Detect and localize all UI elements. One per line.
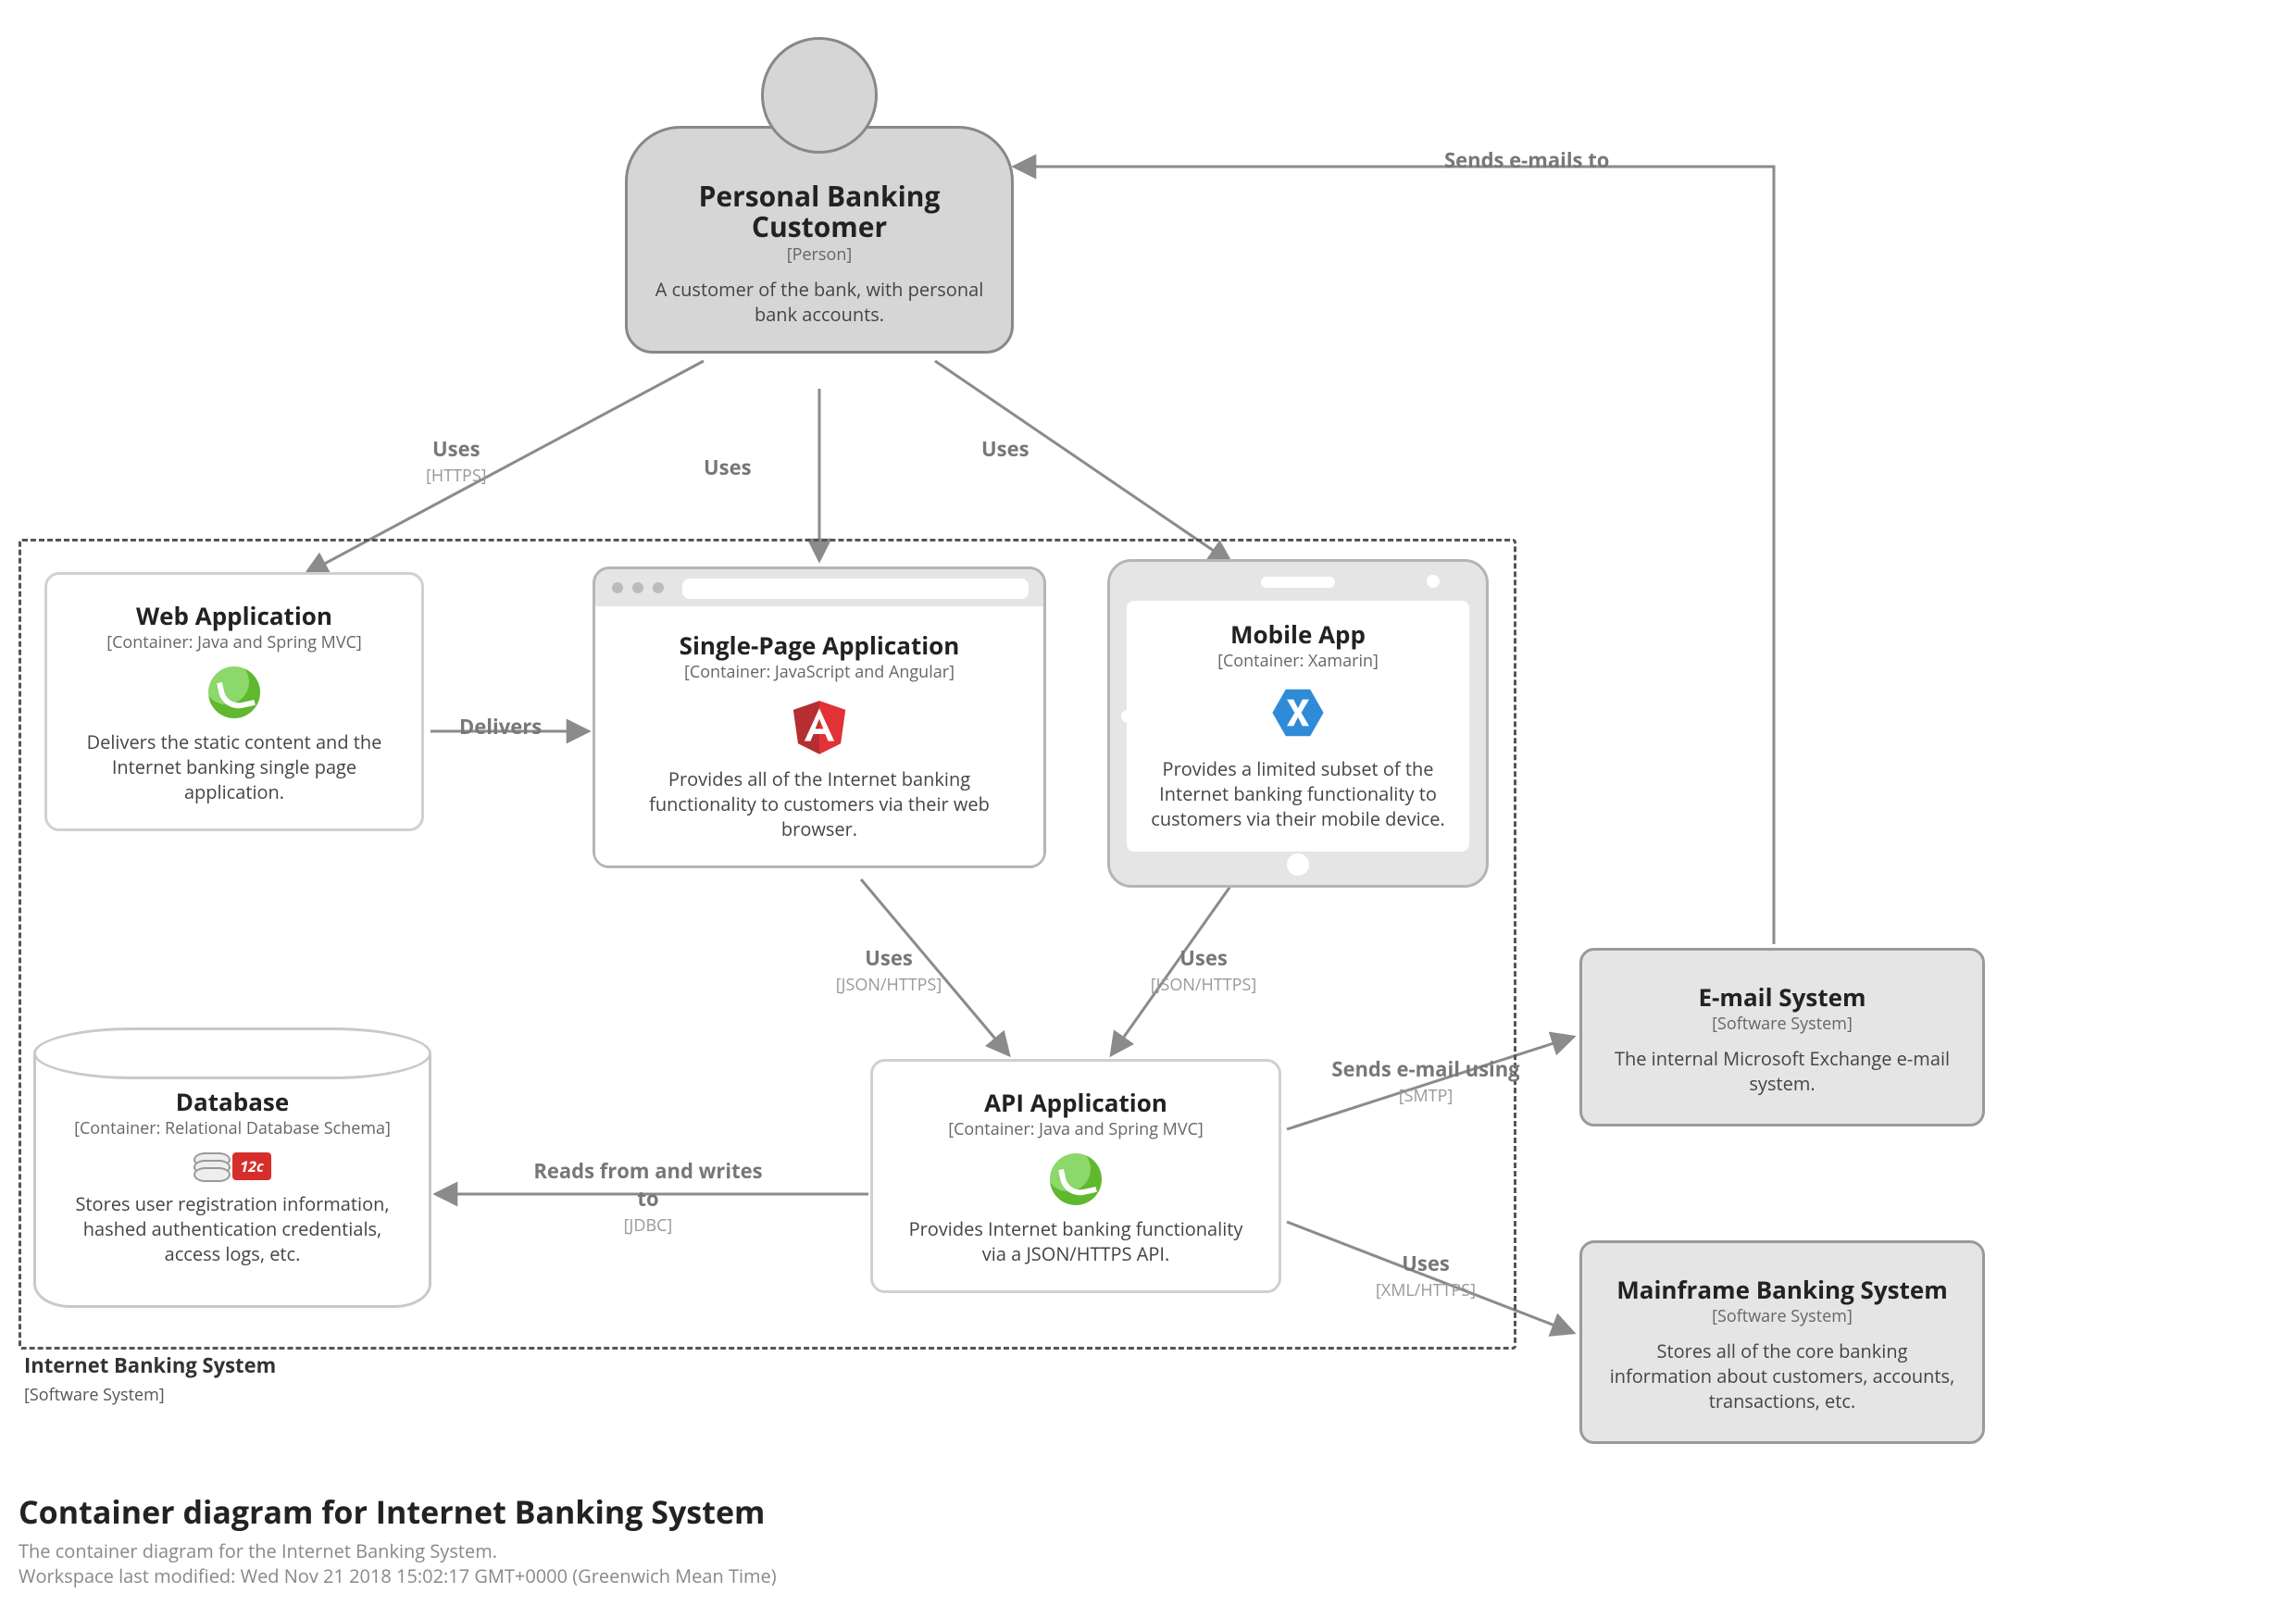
spa-stereotype: [Container: JavaScript and Angular] [618,661,1021,683]
container-db: Database [Container: Relational Database… [33,1027,431,1308]
spa-title: Single-Page Application [618,632,1021,659]
db-stereotype: [Container: Relational Database Schema] [60,1117,405,1139]
mainframe-title: Mainframe Banking System [1606,1276,1958,1303]
rel-person-mobile: Uses [981,435,1029,465]
person-stereotype: [Person] [654,243,985,266]
email-description: The internal Microsoft Exchange e-mail s… [1606,1046,1958,1096]
mobile-stereotype: [Container: Xamarin] [1143,650,1453,672]
spring-icon [1050,1153,1102,1205]
boundary-name: Internet Banking System [24,1351,276,1379]
person-name: Personal Banking Customer [654,180,985,242]
api-stereotype: [Container: Java and Spring MVC] [895,1118,1256,1140]
db-description: Stores user registration information, ha… [60,1191,405,1266]
diagram-canvas: { "title": "Container diagram for Intern… [0,0,2296,1618]
diagram-title: Container diagram for Internet Banking S… [19,1490,777,1533]
container-spa: Single-Page Application [Container: Java… [593,566,1046,868]
web-description: Delivers the static content and the Inte… [69,729,399,804]
api-description: Provides Internet banking functionality … [895,1216,1256,1266]
rel-person-web: Uses [HTTPS] [426,435,487,487]
email-title: E-mail System [1606,984,1958,1011]
mobile-title: Mobile App [1143,621,1453,648]
db-title: Database [60,1089,405,1115]
external-email: E-mail System [Software System] The inte… [1579,948,1985,1126]
system-boundary-label: Internet Banking System [Software System… [24,1351,276,1407]
email-stereotype: [Software System] [1606,1013,1958,1035]
rel-person-spa: Uses [704,454,752,483]
container-api: API Application [Container: Java and Spr… [870,1059,1281,1293]
oracle-icon: 12c [193,1152,270,1180]
mainframe-description: Stores all of the core banking informati… [1606,1338,1958,1413]
web-title: Web Application [69,603,399,629]
person-node: Personal Banking Customer [Person] A cus… [625,37,1014,354]
angular-icon [790,696,849,755]
spring-icon [208,666,260,718]
container-web: Web Application [Container: Java and Spr… [44,572,424,831]
person-description: A customer of the bank, with personal ba… [654,277,985,327]
xamarin-icon [1270,685,1326,745]
diagram-last-modified: Workspace last modified: Wed Nov 21 2018… [19,1563,777,1588]
oracle-badge: 12c [232,1152,270,1180]
person-head-icon [761,37,878,154]
web-stereotype: [Container: Java and Spring MVC] [69,631,399,653]
rel-email-person: Sends e-mails to [1444,146,1609,176]
diagram-title-block: Container diagram for Internet Banking S… [19,1490,777,1588]
api-title: API Application [895,1089,1256,1116]
diagram-subtitle: The container diagram for the Internet B… [19,1538,777,1563]
external-mainframe: Mainframe Banking System [Software Syste… [1579,1240,1985,1444]
boundary-stereotype: [Software System] [24,1384,165,1406]
container-mobile: Mobile App [Container: Xamarin] Provides… [1107,559,1489,888]
mainframe-stereotype: [Software System] [1606,1305,1958,1327]
spa-description: Provides all of the Internet banking fun… [618,766,1021,841]
mobile-description: Provides a limited subset of the Interne… [1143,756,1453,831]
